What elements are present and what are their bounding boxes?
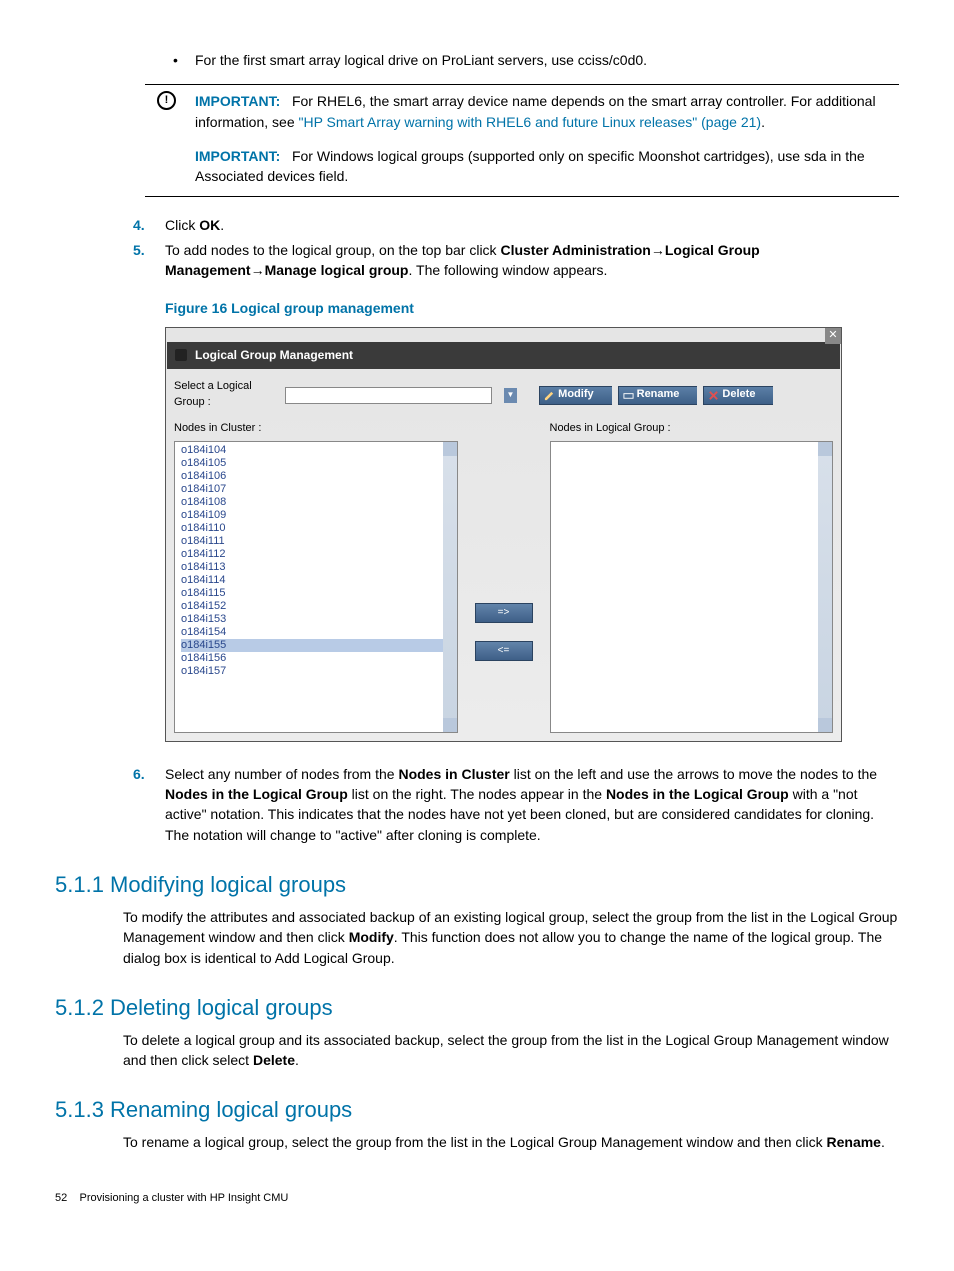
group-select-input[interactable] bbox=[285, 387, 492, 404]
s6-a: Select any number of nodes from the bbox=[165, 766, 398, 782]
list-item[interactable]: o184i154 bbox=[181, 626, 457, 639]
logical-group-management-window: ✕ Logical Group Management Select a Logi… bbox=[165, 327, 842, 742]
p511-b: Modify bbox=[349, 929, 394, 945]
nodes-in-cluster-label: Nodes in Cluster : bbox=[174, 421, 458, 437]
step-5-num: 5. bbox=[133, 240, 145, 260]
bullet-cciss: For the first smart array logical drive … bbox=[165, 50, 899, 70]
move-right-button[interactable]: => bbox=[475, 603, 533, 623]
list-item[interactable]: o184i114 bbox=[181, 574, 457, 587]
important-2-para: IMPORTANT: For Windows logical groups (s… bbox=[195, 146, 899, 187]
step-5-e: . The following window appears. bbox=[408, 262, 607, 278]
nodes-in-group-list[interactable] bbox=[550, 441, 834, 733]
arrow-2: → bbox=[251, 262, 265, 278]
delete-button[interactable]: Delete bbox=[703, 386, 773, 405]
step-5-a: To add nodes to the logical group, on th… bbox=[165, 242, 500, 258]
delete-label: Delete bbox=[722, 387, 755, 403]
step-5-b: Cluster Administration bbox=[500, 242, 650, 258]
list-item[interactable]: o184i152 bbox=[181, 600, 457, 613]
heading-513: 5.1.3 Renaming logical groups bbox=[55, 1094, 899, 1126]
link-smart-array[interactable]: "HP Smart Array warning with RHEL6 and f… bbox=[299, 114, 762, 130]
arrow-1: → bbox=[651, 242, 665, 258]
s6-b: Nodes in Cluster bbox=[398, 766, 509, 782]
list-item[interactable]: o184i104 bbox=[181, 444, 457, 457]
list-item[interactable]: o184i109 bbox=[181, 509, 457, 522]
s6-f: Nodes in the Logical Group bbox=[606, 786, 789, 802]
p512-b: Delete bbox=[253, 1052, 295, 1068]
arrow-right-icon: => bbox=[498, 606, 510, 621]
pencil-icon bbox=[544, 390, 555, 401]
p512-c: . bbox=[295, 1052, 299, 1068]
page-number: 52 bbox=[55, 1192, 67, 1204]
move-left-button[interactable]: <= bbox=[475, 641, 533, 661]
close-icon[interactable]: ✕ bbox=[825, 328, 841, 344]
p512-a: To delete a logical group and its associ… bbox=[123, 1032, 889, 1068]
step-6: 6. Select any number of nodes from the N… bbox=[133, 764, 899, 845]
list-item[interactable]: o184i153 bbox=[181, 613, 457, 626]
page-footer: 52 Provisioning a cluster with HP Insigh… bbox=[55, 1191, 899, 1207]
nodes-in-cluster-list[interactable]: o184i104o184i105o184i106o184i107o184i108… bbox=[174, 441, 458, 733]
bullet-text: For the first smart array logical drive … bbox=[195, 52, 647, 68]
important-block-1: ! IMPORTANT: For RHEL6, the smart array … bbox=[145, 84, 899, 197]
select-group-label: Select a Logical Group : bbox=[174, 379, 279, 411]
important-2-text: For Windows logical groups (supported on… bbox=[195, 148, 865, 184]
list-item[interactable]: o184i107 bbox=[181, 483, 457, 496]
para-511: To modify the attributes and associated … bbox=[123, 907, 899, 968]
p513-c: . bbox=[881, 1134, 885, 1150]
rename-label: Rename bbox=[637, 387, 680, 403]
arrow-left-icon: <= bbox=[498, 644, 510, 659]
title-bar: Logical Group Management bbox=[167, 342, 840, 369]
step-4-b: OK bbox=[199, 217, 220, 233]
nodes-in-group-label: Nodes in Logical Group : bbox=[550, 421, 834, 437]
toolbar: Select a Logical Group : ▼ Modify Rename… bbox=[166, 369, 841, 421]
footer-title: Provisioning a cluster with HP Insight C… bbox=[79, 1192, 288, 1204]
s6-c: list on the left and use the arrows to m… bbox=[510, 766, 877, 782]
important-1-para: IMPORTANT: For RHEL6, the smart array de… bbox=[195, 91, 899, 132]
step-6-num: 6. bbox=[133, 764, 145, 784]
delete-icon bbox=[708, 390, 719, 401]
important-icon: ! bbox=[157, 91, 176, 110]
columns: Nodes in Cluster : o184i104o184i105o184i… bbox=[166, 421, 841, 741]
list-item[interactable]: o184i157 bbox=[181, 665, 457, 678]
dropdown-icon[interactable]: ▼ bbox=[504, 388, 517, 403]
window-title: Logical Group Management bbox=[195, 347, 353, 364]
figure-16-caption: Figure 16 Logical group management bbox=[165, 298, 899, 318]
list-item[interactable]: o184i112 bbox=[181, 548, 457, 561]
scrollbar-right[interactable] bbox=[818, 442, 832, 732]
step-4-num: 4. bbox=[133, 215, 145, 235]
modify-button[interactable]: Modify bbox=[539, 386, 611, 405]
rename-button[interactable]: Rename bbox=[618, 386, 698, 405]
list-item[interactable]: o184i110 bbox=[181, 522, 457, 535]
important-1-t2: . bbox=[761, 114, 765, 130]
app-icon bbox=[175, 349, 187, 361]
list-item[interactable]: o184i156 bbox=[181, 652, 457, 665]
heading-512: 5.1.2 Deleting logical groups bbox=[55, 992, 899, 1024]
important-label: IMPORTANT: bbox=[195, 93, 280, 109]
list-item[interactable]: o184i111 bbox=[181, 535, 457, 548]
step-4: 4. Click OK. bbox=[133, 215, 899, 235]
p513-b: Rename bbox=[827, 1134, 881, 1150]
step-5: 5. To add nodes to the logical group, on… bbox=[133, 240, 899, 281]
s6-d: Nodes in the Logical Group bbox=[165, 786, 348, 802]
para-512: To delete a logical group and its associ… bbox=[123, 1030, 899, 1071]
list-item[interactable]: o184i155 bbox=[181, 639, 457, 652]
modify-label: Modify bbox=[558, 387, 593, 403]
important-label-2: IMPORTANT: bbox=[195, 148, 280, 164]
list-item[interactable]: o184i115 bbox=[181, 587, 457, 600]
s6-e: list on the right. The nodes appear in t… bbox=[348, 786, 606, 802]
list-item[interactable]: o184i105 bbox=[181, 457, 457, 470]
para-513: To rename a logical group, select the gr… bbox=[123, 1132, 899, 1152]
step-4-c: . bbox=[220, 217, 224, 233]
list-item[interactable]: o184i106 bbox=[181, 470, 457, 483]
scrollbar-left[interactable] bbox=[443, 442, 457, 732]
rename-icon bbox=[623, 390, 634, 401]
step-5-d: Manage logical group bbox=[265, 262, 409, 278]
heading-511: 5.1.1 Modifying logical groups bbox=[55, 869, 899, 901]
step-4-a: Click bbox=[165, 217, 199, 233]
list-item[interactable]: o184i108 bbox=[181, 496, 457, 509]
p513-a: To rename a logical group, select the gr… bbox=[123, 1134, 827, 1150]
list-item[interactable]: o184i113 bbox=[181, 561, 457, 574]
